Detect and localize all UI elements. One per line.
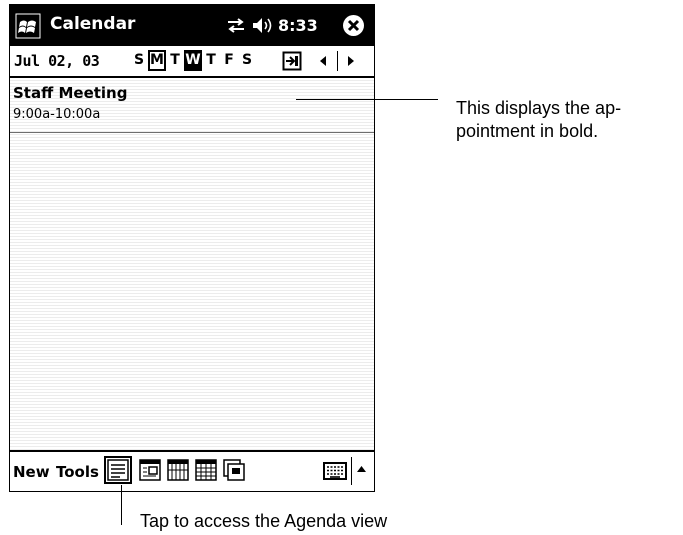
previous-day-icon[interactable] bbox=[315, 53, 331, 69]
weekday-saturday[interactable]: S bbox=[238, 50, 256, 71]
weekday-selector: S M T W T F S bbox=[130, 50, 256, 72]
go-to-today-icon[interactable] bbox=[282, 51, 302, 71]
agenda-area[interactable]: Staff Meeting 9:00a-10:00a bbox=[10, 78, 374, 450]
day-view-icon[interactable] bbox=[139, 459, 161, 481]
app-title: Calendar bbox=[50, 14, 136, 34]
nav-separator bbox=[337, 51, 338, 71]
month-view-icon[interactable] bbox=[195, 459, 217, 481]
callout-line-agenda bbox=[121, 485, 122, 525]
speaker-icon[interactable] bbox=[251, 16, 273, 35]
title-bar: Calendar 8:33 bbox=[10, 5, 374, 46]
callout-bold-note: This displays the ap- pointment in bold. bbox=[456, 98, 622, 141]
date-navigation-bar: Jul 02, 03 S M T W T F S bbox=[10, 46, 374, 78]
calendar-screen: Calendar 8:33 Jul 02, 03 S M T W T F S S… bbox=[9, 4, 375, 492]
year-view-icon[interactable] bbox=[223, 459, 245, 481]
weekday-wednesday[interactable]: W bbox=[184, 50, 202, 71]
windows-start-icon[interactable] bbox=[15, 13, 41, 39]
next-day-icon[interactable] bbox=[343, 53, 359, 69]
input-panel-arrow-icon[interactable] bbox=[356, 465, 367, 473]
week-view-icon[interactable] bbox=[167, 459, 189, 481]
weekday-friday[interactable]: F bbox=[220, 50, 238, 71]
weekday-thursday[interactable]: T bbox=[202, 50, 220, 71]
callout-line-bold bbox=[296, 99, 438, 100]
weekday-tuesday[interactable]: T bbox=[166, 50, 184, 71]
appointment-title: Staff Meeting bbox=[13, 84, 128, 102]
callout-agenda-note: Tap to access the Agenda view bbox=[140, 511, 388, 531]
close-icon[interactable] bbox=[342, 14, 365, 37]
tools-menu[interactable]: Tools bbox=[56, 463, 99, 481]
agenda-view-icon[interactable] bbox=[104, 456, 132, 484]
new-menu[interactable]: New bbox=[13, 463, 50, 481]
weekday-sunday[interactable]: S bbox=[130, 50, 148, 71]
sync-icon[interactable] bbox=[226, 17, 246, 34]
appointment-item[interactable]: Staff Meeting 9:00a-10:00a bbox=[10, 78, 374, 133]
clock[interactable]: 8:33 bbox=[278, 16, 318, 35]
appointment-time: 9:00a-10:00a bbox=[13, 107, 101, 122]
input-panel-separator bbox=[351, 457, 352, 485]
weekday-monday[interactable]: M bbox=[148, 50, 166, 71]
keyboard-icon[interactable] bbox=[323, 462, 347, 480]
date-label[interactable]: Jul 02, 03 bbox=[14, 52, 100, 70]
menu-bar: New Tools bbox=[10, 450, 374, 491]
